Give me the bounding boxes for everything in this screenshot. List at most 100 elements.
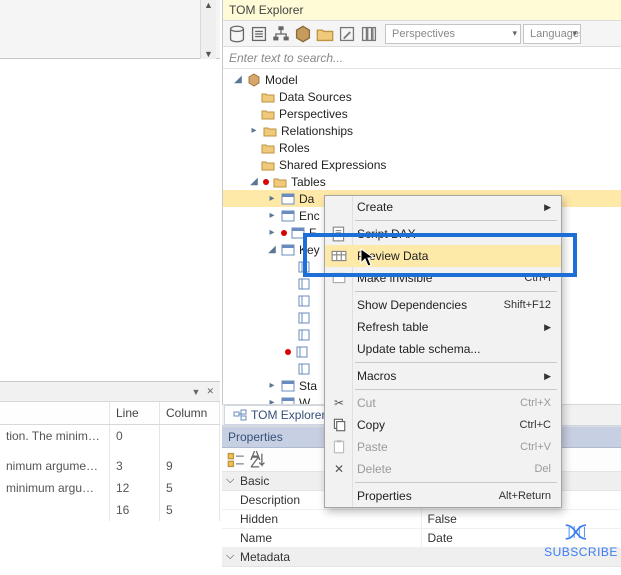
tab-tom-explorer[interactable]: TOM Explorer (224, 405, 334, 425)
search-input[interactable] (229, 51, 615, 65)
toolbar-list-icon[interactable] (249, 24, 269, 44)
submenu-arrow-icon: ▶ (544, 371, 551, 382)
node-label: Perspectives (279, 107, 348, 121)
ctx-refresh-table[interactable]: Refresh table ▶ (325, 316, 561, 338)
toolbar-columns-icon[interactable] (359, 24, 379, 44)
toolbar-hierarchy-icon[interactable] (271, 24, 291, 44)
col-cell: 5 (160, 499, 220, 521)
line-cell: 3 (110, 455, 160, 477)
tom-search[interactable] (223, 47, 621, 69)
tree-node-shared-expressions[interactable]: Shared Expressions (223, 156, 621, 173)
language-select[interactable]: Languages (523, 24, 581, 44)
prop-key: Hidden (222, 510, 422, 528)
sort-az-icon[interactable]: AZ (248, 450, 268, 470)
ctx-shortcut: Ctrl+C (520, 419, 551, 431)
delete-icon: ✕ (331, 461, 347, 477)
col-header-msg[interactable] (0, 402, 110, 424)
context-menu: Create ▶ Script DAX Preview Data Make in… (324, 195, 562, 508)
tree-node-model[interactable]: ◢ Model (223, 71, 621, 88)
ctx-label: Update table schema... (357, 342, 480, 356)
left-top-pane (0, 0, 220, 59)
folder-icon (261, 107, 275, 121)
ctx-properties[interactable]: Properties Alt+Return (325, 485, 561, 507)
toolbar-folder-icon[interactable] (315, 24, 335, 44)
ctx-label: Refresh table (357, 320, 428, 334)
preview-icon (331, 248, 347, 264)
ctx-label: Delete (357, 462, 392, 476)
ctx-copy[interactable]: Copy Ctrl+C (325, 414, 561, 436)
msg-cell: tion. The minimum... (0, 425, 110, 447)
folder-icon (261, 158, 275, 172)
table-icon (281, 243, 295, 257)
msg-cell (0, 499, 110, 521)
table-row[interactable] (0, 447, 220, 455)
left-blank (0, 59, 220, 381)
toolbar-cube-icon[interactable] (293, 24, 313, 44)
left-scrollbar[interactable]: ▲ ▼ (200, 0, 216, 59)
table-row[interactable]: 16 5 (0, 499, 220, 521)
node-label: Tables (291, 175, 326, 189)
table-row[interactable]: minimum argument ... 12 5 (0, 477, 220, 499)
ctx-create[interactable]: Create ▶ (325, 196, 561, 218)
error-indicator-icon (285, 349, 291, 355)
line-cell (110, 447, 160, 455)
prop-key: Name (222, 529, 422, 547)
node-label: Shared Expressions (279, 158, 386, 172)
node-label: Enc (299, 209, 320, 223)
tree-node-relationships[interactable]: ▸ Relationships (223, 122, 621, 139)
node-label: Relationships (281, 124, 353, 138)
ctx-label: Macros (357, 369, 396, 383)
folder-icon (273, 175, 287, 189)
scroll-down-icon: ▼ (204, 49, 213, 59)
paste-icon (331, 439, 347, 455)
ctx-label: Script DAX (357, 227, 416, 241)
close-icon[interactable]: ✕ (206, 386, 214, 397)
ctx-make-invisible[interactable]: Make invisible Ctrl+I (325, 267, 561, 289)
toolbar-edit-icon[interactable] (337, 24, 357, 44)
msg-cell: minimum argument ... (0, 477, 110, 499)
tab-label: TOM Explorer (251, 408, 325, 422)
diagram-icon (233, 408, 247, 422)
tree-node-tables[interactable]: ◢ Tables (223, 173, 621, 190)
ctx-update-schema[interactable]: Update table schema... (325, 338, 561, 360)
error-indicator-icon (263, 179, 269, 185)
node-label: Key (299, 243, 320, 257)
col-header-line[interactable]: Line (110, 402, 160, 424)
ctx-shortcut: Shift+F12 (504, 299, 551, 311)
col-cell (160, 425, 220, 447)
col-header-column[interactable]: Column (160, 402, 220, 424)
categorized-icon[interactable] (226, 450, 246, 470)
node-label: Da (299, 192, 314, 206)
ctx-label: Properties (357, 489, 412, 503)
ctx-macros[interactable]: Macros ▶ (325, 365, 561, 387)
column-icon (295, 345, 309, 359)
table-row[interactable]: nimum argument c... 3 9 (0, 455, 220, 477)
column-icon (297, 277, 311, 291)
tree-node-perspectives[interactable]: Perspectives (223, 105, 621, 122)
table-icon (281, 209, 295, 223)
script-icon (331, 226, 347, 242)
folder-icon (261, 141, 275, 155)
scroll-up-icon: ▲ (204, 0, 213, 10)
node-label: F (309, 226, 316, 240)
tom-toolbar: Perspectives Languages (223, 21, 621, 47)
ctx-shortcut: Ctrl+I (524, 272, 551, 284)
perspective-select[interactable]: Perspectives (385, 24, 521, 44)
cut-icon: ✂ (331, 395, 347, 411)
ctx-show-deps[interactable]: Show Dependencies Shift+F12 (325, 294, 561, 316)
table-row[interactable]: tion. The minimum... 0 (0, 425, 220, 447)
ctx-label: Preview Data (357, 249, 428, 263)
line-cell: 0 (110, 425, 160, 447)
toolbar-cylinder-icon[interactable] (227, 24, 247, 44)
ctx-script-dax[interactable]: Script DAX (325, 223, 561, 245)
ctx-label: Copy (357, 418, 385, 432)
tree-node-data-sources[interactable]: Data Sources (223, 88, 621, 105)
node-label: Sta (299, 379, 317, 393)
tree-node-roles[interactable]: Roles (223, 139, 621, 156)
copy-icon (331, 417, 347, 433)
subscribe-label: SUBSCRIBE (544, 545, 618, 559)
dropdown-icon[interactable]: ▼ (192, 387, 201, 397)
ctx-delete: ✕ Delete Del (325, 458, 561, 480)
ctx-preview-data[interactable]: Preview Data (325, 245, 561, 267)
folder-icon (263, 124, 277, 138)
